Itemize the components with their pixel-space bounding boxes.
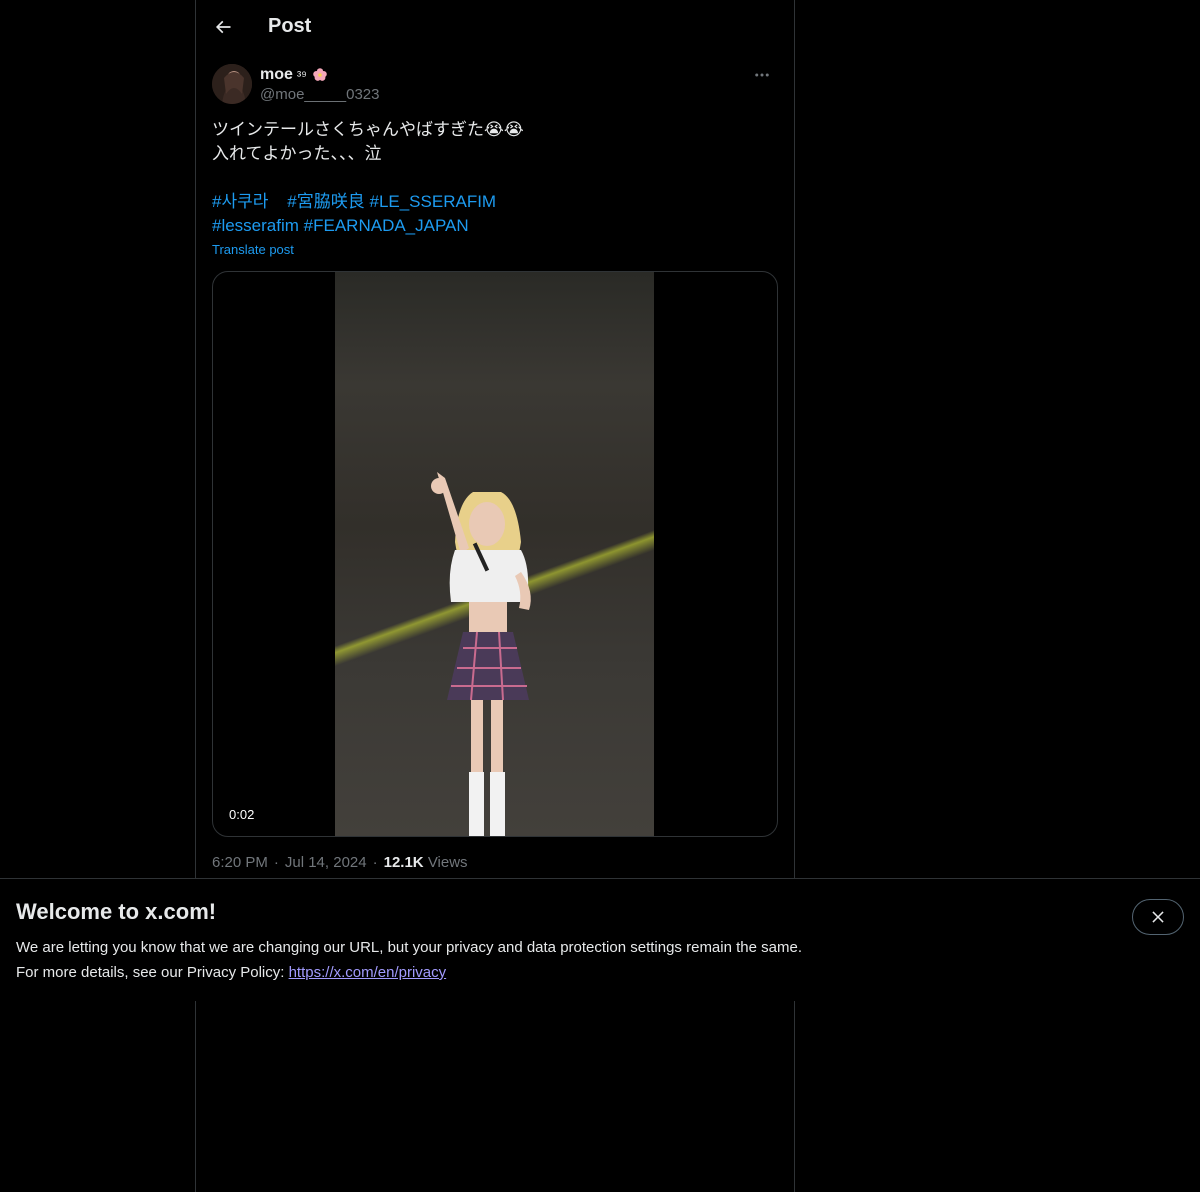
banner-line: For more details, see our Privacy Policy… bbox=[16, 960, 802, 985]
more-button[interactable] bbox=[746, 64, 778, 86]
hashtag-link[interactable]: #lesserafim bbox=[212, 216, 299, 235]
views-label: Views bbox=[427, 854, 468, 871]
close-button[interactable] bbox=[1132, 899, 1184, 935]
hashtag-line: #사쿠라 #宮脇咲良 #LE_SSERAFIM bbox=[212, 190, 778, 214]
close-icon bbox=[1152, 911, 1164, 923]
banner-text: We are letting you know that we are chan… bbox=[16, 935, 802, 985]
hashtag-link[interactable]: #사쿠라 bbox=[212, 192, 268, 211]
page-title: Post bbox=[268, 15, 312, 37]
privacy-policy-link[interactable]: https://x.com/en/privacy bbox=[289, 964, 447, 981]
banner-line: We are letting you know that we are chan… bbox=[16, 939, 802, 956]
post-date[interactable]: Jul 14, 2024 bbox=[285, 854, 367, 871]
separator: · bbox=[372, 854, 378, 871]
post-text-line: 入れてよかった、、、泣 bbox=[212, 144, 382, 163]
main-column: Post moe ³⁹ @moe_____0323 ツインテールさくちゃんやばす… bbox=[195, 0, 795, 1192]
author-row: moe ³⁹ @moe_____0323 bbox=[212, 64, 778, 108]
video-player[interactable]: 0:02 bbox=[212, 271, 778, 837]
avatar-image bbox=[212, 64, 252, 104]
video-duration: 0:02 bbox=[223, 805, 261, 824]
author-name-suffix: ³⁹ bbox=[296, 67, 307, 83]
welcome-banner: Welcome to x.com! We are letting you kno… bbox=[0, 878, 1200, 1001]
separator: · bbox=[273, 854, 279, 871]
post-text-line: ツインテールさくちゃんやばすぎた😭😭 bbox=[212, 120, 524, 139]
author-name-line: moe ³⁹ bbox=[260, 64, 329, 86]
performer-image bbox=[431, 472, 531, 836]
hashtag-link[interactable]: #LE_SSERAFIM bbox=[369, 192, 496, 211]
arrow-left-icon bbox=[215, 20, 231, 33]
more-icon bbox=[755, 73, 769, 77]
back-button[interactable] bbox=[205, 9, 241, 45]
translate-post-link[interactable]: Translate post bbox=[212, 242, 294, 257]
author-name[interactable]: moe bbox=[260, 66, 293, 84]
hashtag-link[interactable]: #FEARNADA_JAPAN bbox=[304, 216, 469, 235]
banner-line-prefix: For more details, see our Privacy Policy… bbox=[16, 964, 289, 981]
hashtag-link[interactable]: #宮脇咲良 bbox=[287, 192, 364, 211]
post-meta: 6:20 PM · Jul 14, 2024 · 12.1K Views bbox=[212, 854, 468, 871]
post-text: ツインテールさくちゃんやばすぎた😭😭 入れてよかった、、、泣 #사쿠라 #宮脇咲… bbox=[212, 118, 778, 238]
video-frame bbox=[335, 272, 654, 836]
flower-icon bbox=[313, 68, 327, 81]
avatar[interactable] bbox=[212, 64, 252, 104]
author-handle[interactable]: @moe_____0323 bbox=[260, 86, 380, 103]
hashtag-line: #lesserafim #FEARNADA_JAPAN bbox=[212, 214, 778, 238]
post-time[interactable]: 6:20 PM bbox=[212, 854, 268, 871]
views-count: 12.1K bbox=[383, 854, 424, 871]
post-header: Post bbox=[196, 0, 794, 53]
banner-title: Welcome to x.com! bbox=[16, 899, 217, 924]
